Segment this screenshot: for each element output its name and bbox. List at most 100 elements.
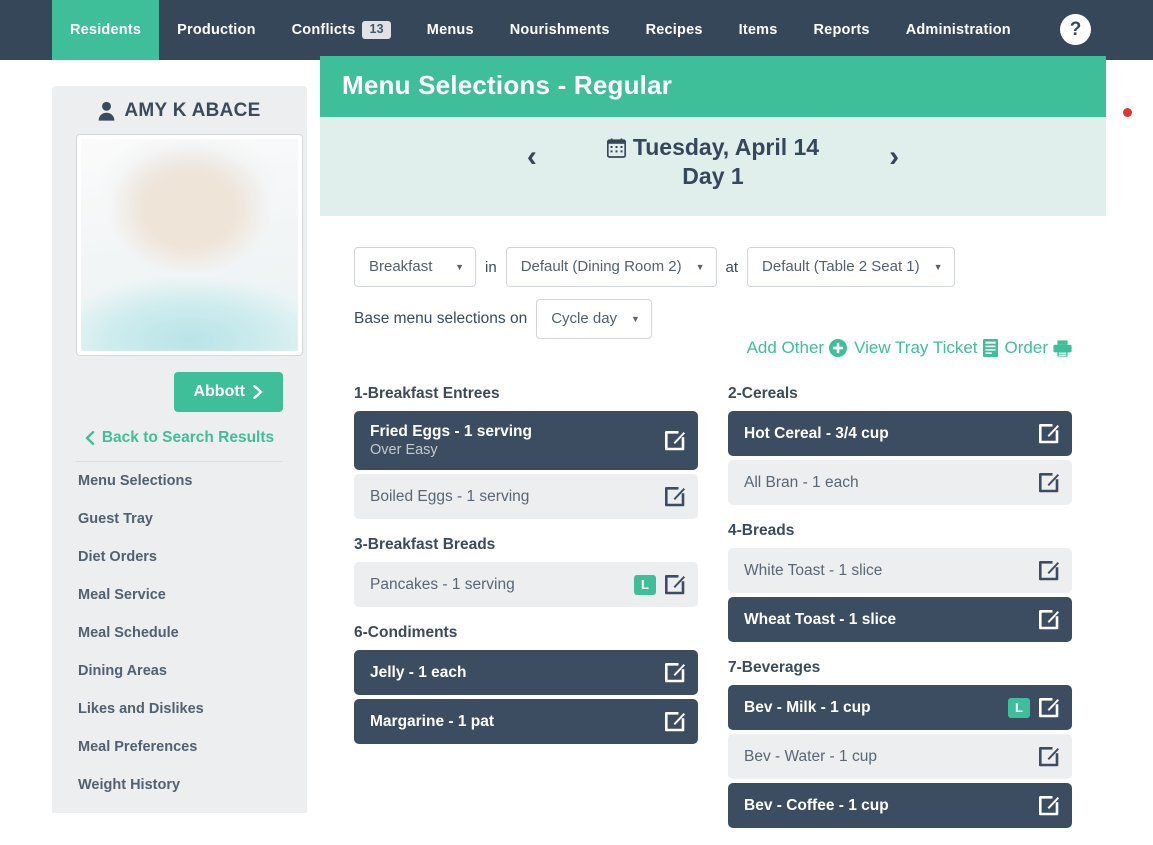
menu-group: 2-CerealsHot Cereal - 3/4 cupAll Bran - … bbox=[728, 385, 1072, 505]
menu-group: 7-Beverages Bev - Milk - 1 cup L Bev - Wate… bbox=[728, 659, 1072, 828]
menu-item-row[interactable]: Wheat Toast - 1 slice bbox=[728, 597, 1072, 642]
cycle-day-text: Day 1 bbox=[607, 163, 819, 190]
menu-item-row[interactable]: Fried Eggs - 1 servingOver Easy bbox=[354, 411, 698, 470]
sidebar-item-meal-service[interactable]: Meal Service bbox=[76, 576, 283, 614]
menu-group-title: 3-Breakfast Breads bbox=[354, 536, 698, 554]
filter-at-label: at bbox=[726, 259, 739, 276]
menu-item-row[interactable]: Bev - Coffee - 1 cup bbox=[728, 783, 1072, 828]
next-day-button[interactable]: › bbox=[889, 142, 899, 172]
edit-icon[interactable] bbox=[1038, 697, 1059, 718]
sidebar-item-guest-tray[interactable]: Guest Tray bbox=[76, 500, 283, 538]
nav-item-conflicts[interactable]: Conflicts13 bbox=[274, 0, 409, 60]
alert-indicator-dot[interactable] bbox=[1123, 108, 1132, 117]
resident-sidebar: AMY K ABACE Abbott Back to Search Result… bbox=[52, 86, 307, 813]
menu-item-text-wrap: Bev - Milk - 1 cup bbox=[744, 699, 871, 717]
menu-group: 3-Breakfast Breads Pancakes - 1 servingL bbox=[354, 536, 698, 607]
sidebar-item-label: Likes and Dislikes bbox=[78, 701, 204, 717]
meal-select-value: Breakfast bbox=[369, 258, 432, 275]
nav-left-spacer bbox=[0, 0, 52, 60]
plus-circle-icon bbox=[829, 339, 847, 357]
sidebar-item-weight-history[interactable]: Weight History bbox=[76, 766, 283, 804]
menu-item-text-wrap: Jelly - 1 each bbox=[370, 664, 467, 682]
edit-icon[interactable] bbox=[664, 711, 685, 732]
menu-item-controls bbox=[664, 662, 685, 683]
order-link[interactable]: Order bbox=[1005, 338, 1072, 358]
menu-item-label: Wheat Toast - 1 slice bbox=[744, 611, 896, 628]
nav-item-label: Residents bbox=[70, 22, 141, 38]
menu-group: 1-Breakfast EntreesFried Eggs - 1 servin… bbox=[354, 385, 698, 519]
menu-item-row[interactable]: Margarine - 1 pat bbox=[354, 699, 698, 744]
menu-item-label: Bev - Coffee - 1 cup bbox=[744, 797, 889, 814]
nav-item-residents[interactable]: Residents bbox=[52, 0, 159, 60]
dining-room-select[interactable]: Default (Dining Room 2) ▼ bbox=[506, 247, 717, 287]
view-tray-ticket-link[interactable]: View Tray Ticket bbox=[854, 338, 997, 358]
edit-icon[interactable] bbox=[664, 662, 685, 683]
meal-select[interactable]: Breakfast ▼ bbox=[354, 247, 476, 287]
edit-icon[interactable] bbox=[664, 574, 685, 595]
nav-item-menus[interactable]: Menus bbox=[409, 0, 492, 60]
filter-in-label: in bbox=[485, 259, 497, 276]
menu-item-row[interactable]: Hot Cereal - 3/4 cup bbox=[728, 411, 1072, 456]
date-text: Tuesday, April 14 bbox=[633, 134, 819, 161]
back-to-search-results-link[interactable]: Back to Search Results bbox=[76, 429, 283, 447]
menu-item-controls bbox=[664, 486, 685, 507]
menu-item-row[interactable]: Bev - Water - 1 cup bbox=[728, 734, 1072, 779]
menu-item-text-wrap: White Toast - 1 slice bbox=[744, 562, 882, 580]
menu-item-label: Jelly - 1 each bbox=[370, 664, 467, 681]
edit-icon[interactable] bbox=[1038, 472, 1059, 493]
menu-item-row[interactable]: Jelly - 1 each bbox=[354, 650, 698, 695]
calendar-icon bbox=[607, 138, 626, 158]
sidebar-item-diet-orders[interactable]: Diet Orders bbox=[76, 538, 283, 576]
tray-ticket-icon bbox=[983, 339, 998, 357]
menu-item-label: Hot Cereal - 3/4 cup bbox=[744, 425, 889, 442]
sidebar-item-meal-schedule[interactable]: Meal Schedule bbox=[76, 614, 283, 652]
base-menu-label: Base menu selections on bbox=[354, 310, 527, 328]
nav-item-reports[interactable]: Reports bbox=[796, 0, 888, 60]
edit-icon[interactable] bbox=[1038, 746, 1059, 767]
nav-item-nourishments[interactable]: Nourishments bbox=[492, 0, 628, 60]
edit-icon[interactable] bbox=[664, 430, 685, 451]
nav-item-administration[interactable]: Administration bbox=[888, 0, 1029, 60]
menu-column-1: 1-Breakfast EntreesFried Eggs - 1 servin… bbox=[354, 385, 698, 845]
menu-item-label: White Toast - 1 slice bbox=[744, 562, 882, 579]
menu-item-row[interactable]: Bev - Milk - 1 cup L bbox=[728, 685, 1072, 730]
sidebar-item-label: Meal Preferences bbox=[78, 739, 197, 755]
base-menu-select[interactable]: Cycle day ▼ bbox=[536, 299, 652, 339]
person-icon bbox=[98, 101, 115, 121]
nav-item-items[interactable]: Items bbox=[721, 0, 796, 60]
sidebar-item-label: Guest Tray bbox=[78, 511, 153, 527]
menu-item-text-wrap: Margarine - 1 pat bbox=[370, 713, 494, 731]
nav-item-recipes[interactable]: Recipes bbox=[628, 0, 721, 60]
menu-item-label: Pancakes - 1 serving bbox=[370, 576, 515, 593]
sidebar-item-meal-preferences[interactable]: Meal Preferences bbox=[76, 728, 283, 766]
nav-item-production[interactable]: Production bbox=[159, 0, 274, 60]
menu-item-row[interactable]: All Bran - 1 each bbox=[728, 460, 1072, 505]
menu-group: 6-CondimentsJelly - 1 eachMargarine - 1 … bbox=[354, 624, 698, 744]
menu-item-controls: L bbox=[1008, 697, 1059, 718]
seat-select[interactable]: Default (Table 2 Seat 1) ▼ bbox=[747, 247, 955, 287]
previous-day-button[interactable]: ‹ bbox=[527, 142, 537, 172]
sidebar-item-dining-areas[interactable]: Dining Areas bbox=[76, 652, 283, 690]
menu-column-2: 2-CerealsHot Cereal - 3/4 cupAll Bran - … bbox=[728, 385, 1072, 845]
sidebar-item-likes-and-dislikes[interactable]: Likes and Dislikes bbox=[76, 690, 283, 728]
add-other-link[interactable]: Add Other bbox=[747, 338, 848, 358]
sidebar-item-label: Meal Service bbox=[78, 587, 166, 603]
edit-icon[interactable] bbox=[1038, 609, 1059, 630]
add-other-label: Add Other bbox=[747, 338, 825, 358]
edit-icon[interactable] bbox=[1038, 423, 1059, 444]
help-button[interactable]: ? bbox=[1060, 14, 1091, 45]
dining-room-select-value: Default (Dining Room 2) bbox=[521, 258, 682, 275]
edit-icon[interactable] bbox=[1038, 560, 1059, 581]
menu-group-title: 7-Beverages bbox=[728, 659, 1072, 677]
resident-name: AMY K ABACE bbox=[124, 100, 260, 122]
menu-item-row[interactable]: Pancakes - 1 servingL bbox=[354, 562, 698, 607]
menu-item-row[interactable]: Boiled Eggs - 1 serving bbox=[354, 474, 698, 519]
menu-item-text-wrap: Fried Eggs - 1 servingOver Easy bbox=[370, 423, 532, 458]
menu-item-text-wrap: Wheat Toast - 1 slice bbox=[744, 611, 896, 629]
facility-button[interactable]: Abbott bbox=[174, 372, 283, 412]
menu-item-row[interactable]: White Toast - 1 slice bbox=[728, 548, 1072, 593]
edit-icon[interactable] bbox=[664, 486, 685, 507]
menu-group: 4-BreadsWhite Toast - 1 sliceWheat Toast… bbox=[728, 522, 1072, 642]
sidebar-item-menu-selections[interactable]: Menu Selections bbox=[76, 462, 283, 500]
menu-item-controls bbox=[1038, 423, 1059, 444]
